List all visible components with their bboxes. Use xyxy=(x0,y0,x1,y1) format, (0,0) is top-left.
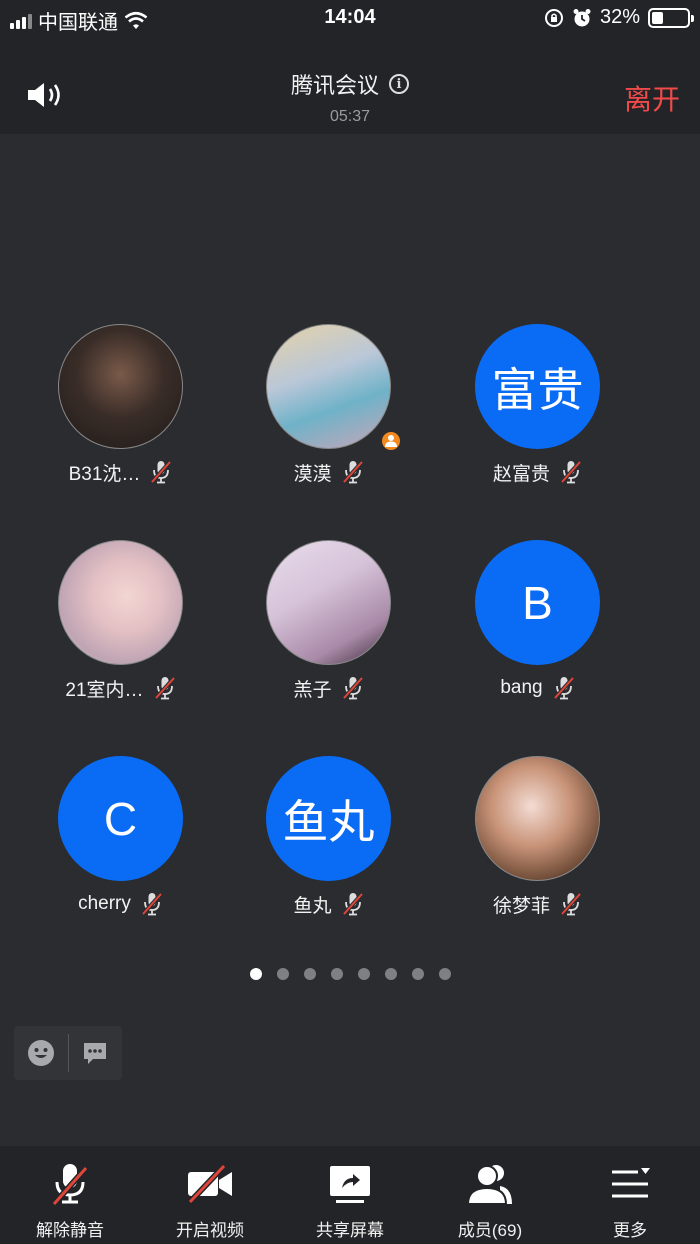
avatar: 鱼丸 xyxy=(266,756,391,881)
page-dot[interactable] xyxy=(276,968,289,980)
avatar: C xyxy=(58,756,183,881)
participant-tile[interactable]: B31沈… xyxy=(16,324,225,485)
participant-name: 徐梦菲 xyxy=(492,895,550,917)
mic-muted-icon xyxy=(141,892,163,916)
participant-name-row: 鱼丸 xyxy=(224,891,433,917)
participant-name-row: 21室内… xyxy=(16,675,225,701)
battery-fill xyxy=(652,11,663,24)
participant-tile[interactable]: 徐梦菲 xyxy=(433,756,642,917)
participant-name: cherry xyxy=(78,893,131,914)
page-dot[interactable] xyxy=(357,968,370,980)
participant-name-row: 赵富贵 xyxy=(433,459,642,485)
page-dot[interactable] xyxy=(384,968,397,980)
members-label: 成员(69) xyxy=(457,1221,523,1240)
participant-tile[interactable]: 21室内… xyxy=(16,540,225,701)
mic-muted-icon xyxy=(560,892,582,916)
avatar-photo xyxy=(266,324,391,449)
participant-tile[interactable]: Bbang xyxy=(433,540,642,701)
avatar-photo xyxy=(58,324,183,449)
page-dot[interactable] xyxy=(411,968,424,980)
participant-name: 赵富贵 xyxy=(492,463,550,485)
alarm-icon xyxy=(573,8,591,26)
start-video-label: 开启视频 xyxy=(176,1221,244,1240)
avatar-photo xyxy=(58,540,183,665)
mic-muted-icon xyxy=(342,460,363,484)
avatar: 富贵 xyxy=(475,324,600,449)
quick-actions xyxy=(14,1026,122,1080)
participant-name-row: B31沈… xyxy=(16,459,225,485)
participant-name: 鱼丸 xyxy=(293,895,332,917)
participant-name-row: cherry xyxy=(16,891,225,917)
emoji-button[interactable] xyxy=(14,1026,68,1080)
participant-name: bang xyxy=(500,677,543,698)
rotation-lock-icon xyxy=(544,8,563,27)
participant-name-row: 漠漠 xyxy=(224,459,433,485)
mic-muted-icon xyxy=(560,460,582,484)
participant-tile[interactable]: 漠漠 xyxy=(224,324,433,485)
chat-button[interactable] xyxy=(68,1026,122,1080)
unmute-button[interactable]: 解除静音 xyxy=(0,1146,140,1244)
page-dot[interactable] xyxy=(249,968,262,980)
members-icon xyxy=(466,1165,512,1205)
share-screen-label: 共享屏幕 xyxy=(316,1221,384,1240)
leave-button[interactable]: 离开 xyxy=(624,78,680,118)
avatar-text: 富贵 xyxy=(491,363,584,416)
avatar-text: C xyxy=(103,792,138,845)
status-right: 32% xyxy=(544,6,694,29)
mic-muted-icon xyxy=(150,460,172,484)
emoji-icon xyxy=(27,1040,54,1066)
status-bar: 中国联通 14:04 32% xyxy=(0,0,700,36)
more-icon xyxy=(612,1168,650,1198)
mic-muted-icon xyxy=(51,1164,89,1206)
meeting-duration: 05:37 xyxy=(329,108,371,125)
meeting-title-text: 腾讯会议 xyxy=(290,73,379,98)
participant-tile[interactable]: 羔子 xyxy=(224,540,433,701)
mic-muted-icon xyxy=(342,676,363,700)
info-icon[interactable]: i xyxy=(389,74,409,94)
participant-name-row: 羔子 xyxy=(224,675,433,701)
video-off-icon xyxy=(187,1163,232,1205)
avatar-photo xyxy=(475,756,600,881)
mic-muted-icon xyxy=(154,676,176,700)
meeting-header: 腾讯会议 i 05:37 离开 xyxy=(0,36,700,134)
title-block: 腾讯会议 i 05:37 xyxy=(0,68,700,126)
avatar: B xyxy=(475,540,600,665)
avatar-text: 鱼丸 xyxy=(282,795,375,848)
more-label: 更多 xyxy=(613,1221,647,1240)
participant-name-row: bang xyxy=(433,675,642,701)
share-screen-icon xyxy=(330,1166,370,1203)
participant-tile[interactable]: 富贵 赵富贵 xyxy=(433,324,642,485)
start-video-button[interactable]: 开启视频 xyxy=(140,1146,280,1244)
mic-muted-icon xyxy=(553,676,575,700)
share-screen-button[interactable]: 共享屏幕 xyxy=(280,1146,420,1244)
participant-tile[interactable]: 鱼丸 鱼丸 xyxy=(224,756,433,917)
page-indicator[interactable] xyxy=(0,968,700,980)
battery-icon xyxy=(648,7,694,28)
chat-icon xyxy=(84,1043,107,1064)
participant-name: 21室内… xyxy=(65,679,144,701)
meeting-title[interactable]: 腾讯会议 i xyxy=(291,68,409,100)
mic-muted-icon xyxy=(342,892,363,916)
host-badge-icon xyxy=(379,430,402,452)
page-dot[interactable] xyxy=(438,968,451,980)
participant-name: 漠漠 xyxy=(293,463,332,485)
more-button[interactable]: 更多 xyxy=(560,1146,700,1244)
avatar-photo xyxy=(266,540,391,665)
avatar-text: B xyxy=(522,576,553,629)
page-dot[interactable] xyxy=(303,968,316,980)
bottom-toolbar: 解除静音 开启视频 共享屏幕 成员(69) 更多 xyxy=(0,1146,700,1244)
participant-tile[interactable]: Ccherry xyxy=(16,756,225,917)
page-dot[interactable] xyxy=(330,968,343,980)
unmute-label: 解除静音 xyxy=(36,1221,104,1240)
members-button[interactable]: 成员(69) xyxy=(420,1146,560,1244)
battery-percent: 32% xyxy=(599,6,640,28)
participant-name-row: 徐梦菲 xyxy=(433,891,642,917)
participant-name: B31沈… xyxy=(68,463,141,485)
participant-name: 羔子 xyxy=(293,679,332,701)
